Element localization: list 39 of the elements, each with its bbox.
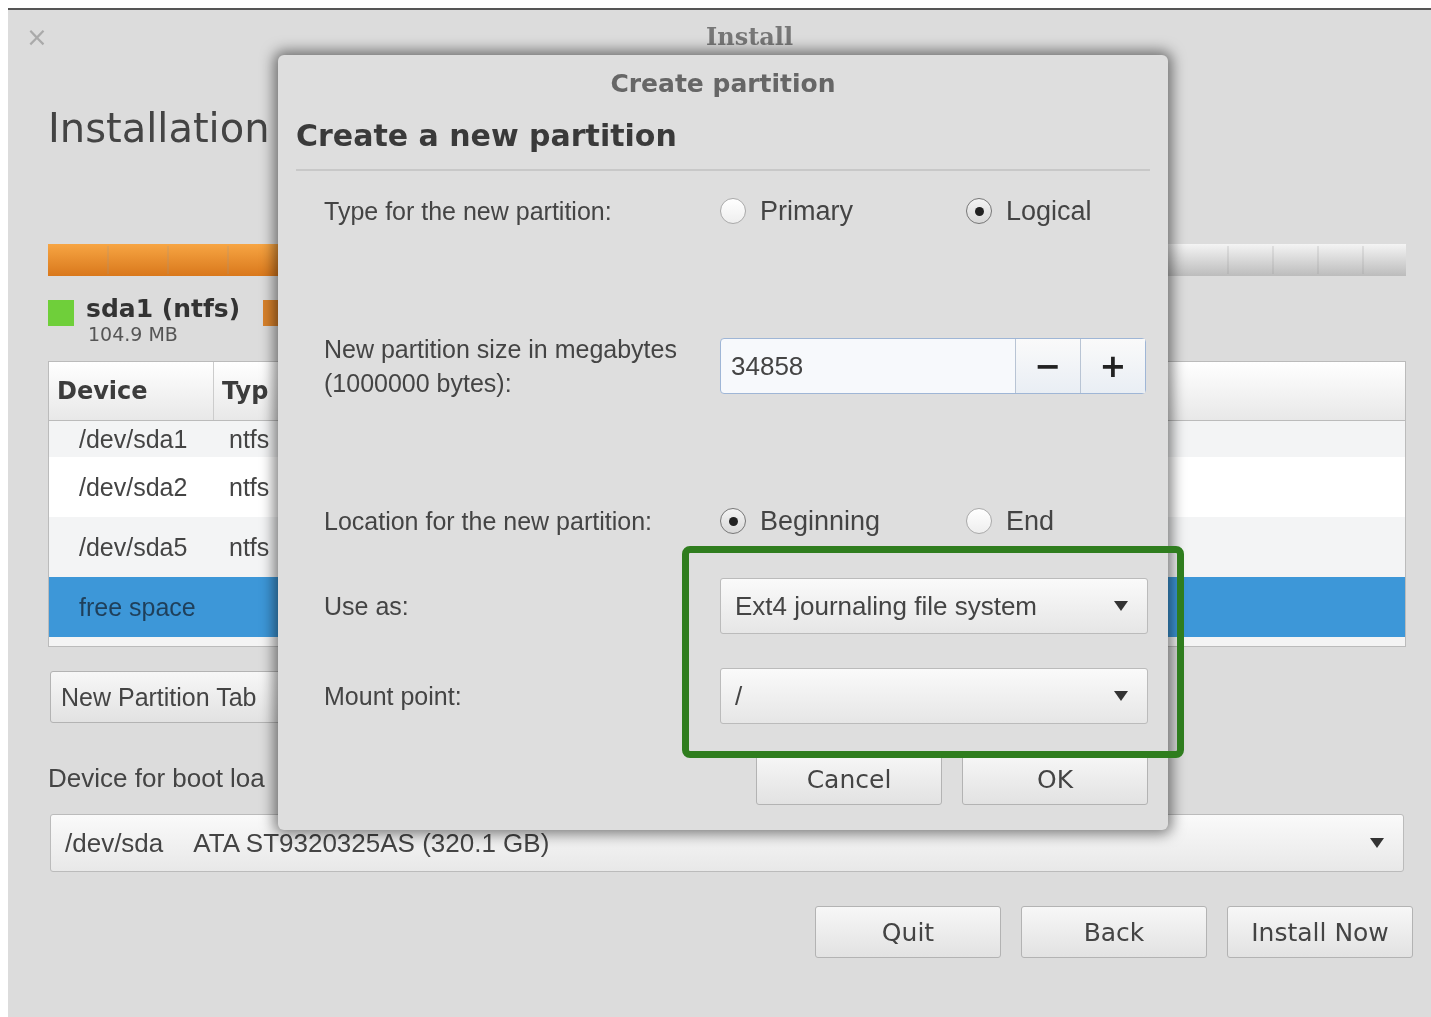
dialog-title: Create partition [610, 69, 836, 98]
radio-button[interactable] [720, 508, 746, 534]
table-cell-text: /dev/sda5 [78, 532, 189, 562]
table-cell-text: ntfs [228, 424, 271, 454]
field-label: Location for the new partition: [324, 506, 653, 537]
field-label: Type for the new partition: [324, 196, 613, 227]
size-spin-field[interactable]: 34858 − + [720, 338, 1146, 394]
window-title: Install [704, 21, 794, 51]
field-label: Mount point: [324, 681, 463, 712]
radio-label[interactable]: End [1006, 505, 1055, 537]
use-as-dropdown[interactable]: Ext4 journaling file system [720, 578, 1148, 634]
field-label: New partition size in megabytes (1000000 bytes): [324, 334, 678, 399]
dialog-heading: Create a new partition [296, 118, 1150, 171]
caret-icon [1113, 600, 1129, 612]
caret-icon [1369, 837, 1385, 849]
radio-button[interactable] [966, 198, 992, 224]
radio-label[interactable]: Logical [1006, 195, 1092, 227]
caret-icon [1113, 690, 1129, 702]
field-label: Use as: [324, 591, 410, 622]
bootloader-label: Device for boot loa [48, 763, 265, 794]
footer-button[interactable]: Quit [815, 906, 1001, 958]
table-cell-text: /dev/sda1 [78, 424, 189, 454]
column-header[interactable]: Device [49, 362, 214, 420]
footer-button[interactable]: Install Now [1227, 906, 1413, 958]
radio-button[interactable] [720, 198, 746, 224]
page-heading: Installation [48, 108, 270, 148]
increment-button[interactable]: + [1080, 339, 1145, 393]
radio-button[interactable] [966, 508, 992, 534]
table-cell-text: ntfs [228, 532, 271, 562]
table-cell-text: free space [78, 592, 197, 622]
table-cell-text: /dev/sda2 [78, 472, 189, 502]
legend-size: 104.9 MB [87, 323, 179, 345]
legend-label: sda1 (ntfs) [86, 294, 241, 323]
radio-label[interactable]: Primary [760, 195, 853, 227]
footer-button[interactable]: Back [1021, 906, 1207, 958]
mount-point-dropdown[interactable]: / [720, 668, 1148, 724]
radio-label[interactable]: Beginning [760, 505, 881, 537]
table-cell-text: ntfs [228, 472, 271, 502]
decrement-button[interactable]: − [1015, 339, 1080, 393]
